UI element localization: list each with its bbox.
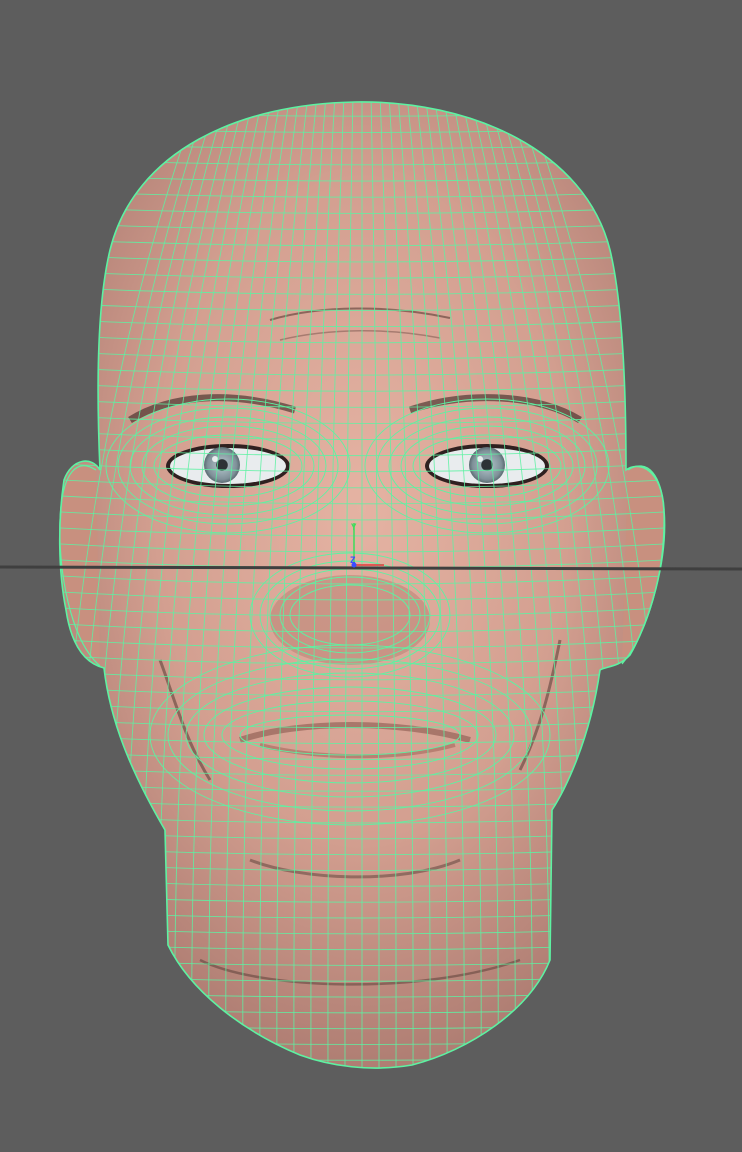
ground-grid-line: [0, 565, 742, 571]
head-mesh-icon[interactable]: [42, 95, 682, 1076]
wireframe-edge: [42, 1071, 682, 1076]
3d-viewport[interactable]: Y Z: [0, 0, 742, 1152]
left-eye: [166, 444, 290, 488]
viewport-canvas[interactable]: Y Z: [0, 0, 742, 1152]
right-eye: [425, 444, 549, 488]
wireframe-edge: [42, 95, 682, 100]
y-axis-label: Y: [351, 523, 357, 533]
right-ear: [621, 465, 665, 665]
z-axis-label: Z: [350, 556, 356, 566]
